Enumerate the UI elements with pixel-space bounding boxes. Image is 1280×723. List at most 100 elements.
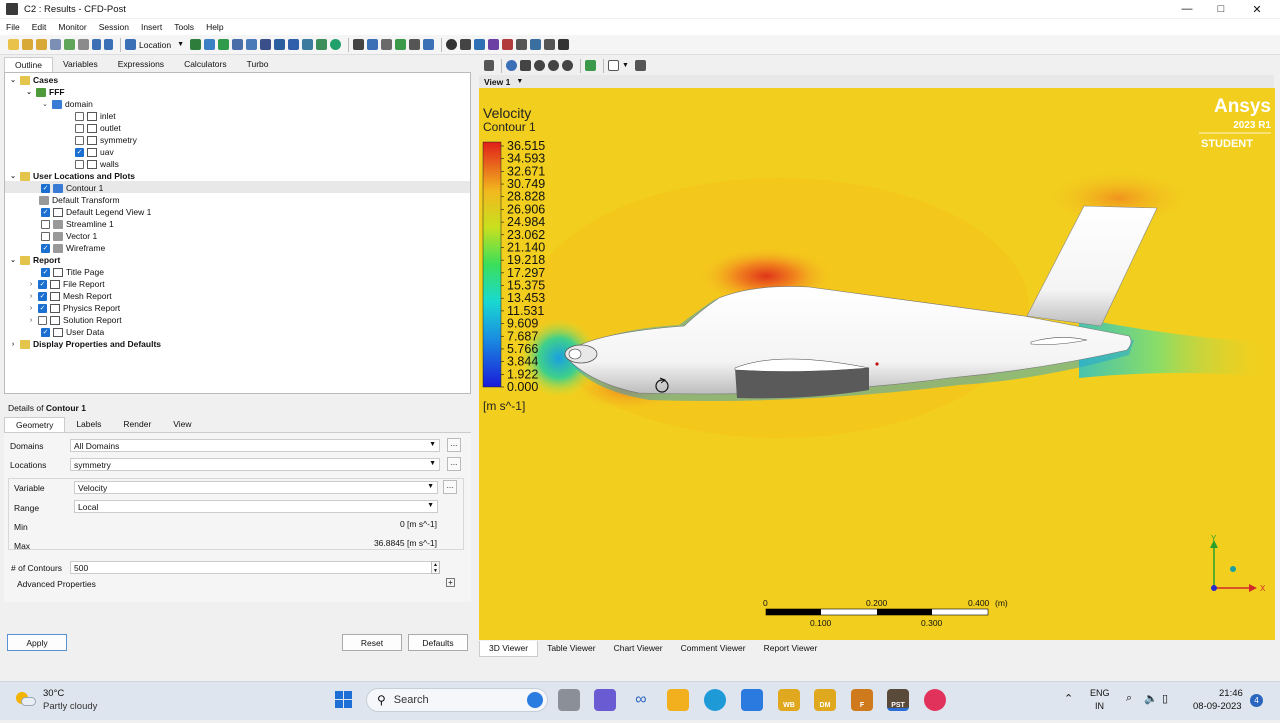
tab-expressions[interactable]: Expressions xyxy=(108,57,174,72)
visibility-checkbox[interactable] xyxy=(75,135,84,145)
file-explorer-icon[interactable] xyxy=(667,689,689,711)
menu-help[interactable]: Help xyxy=(200,22,229,32)
tab-chart-viewer[interactable]: Chart Viewer xyxy=(605,641,672,657)
fit-view-icon[interactable] xyxy=(585,60,596,71)
start-icon[interactable] xyxy=(333,689,355,711)
menu-session[interactable]: Session xyxy=(93,22,135,32)
chevron-up-icon[interactable]: ⌃ xyxy=(1064,692,1073,705)
quick-editor-icon[interactable] xyxy=(474,39,486,50)
workbench-icon[interactable]: WB xyxy=(778,689,800,711)
close-button[interactable]: ✕ xyxy=(1234,0,1280,18)
chevron-down-icon[interactable]: ▼ xyxy=(622,62,629,69)
expand-icon[interactable]: › xyxy=(27,281,35,288)
expand-icon[interactable]: › xyxy=(27,293,35,300)
clip-plane-icon[interactable] xyxy=(316,39,328,50)
range-select[interactable]: Local ▼ xyxy=(74,500,438,513)
visibility-checkbox[interactable]: ✓ xyxy=(41,183,50,193)
zoom-fit-icon[interactable] xyxy=(562,60,573,71)
wifi-icon[interactable]: ⌕ xyxy=(1126,692,1132,705)
visibility-checkbox[interactable] xyxy=(38,315,47,325)
tree-item-inlet[interactable]: inlet xyxy=(75,110,116,122)
tree-item-contour-1[interactable]: ✓ Contour 1 xyxy=(41,182,103,194)
search-box[interactable]: ⚲ Search xyxy=(366,688,548,712)
domains-more-button[interactable]: ... xyxy=(447,438,461,452)
select-icon[interactable] xyxy=(484,60,494,71)
weather-icon[interactable] xyxy=(16,690,36,708)
cfd-post-icon[interactable]: PST xyxy=(887,689,909,711)
legend-icon[interactable] xyxy=(288,39,300,50)
recorder-icon[interactable] xyxy=(924,689,946,711)
collapse-icon[interactable]: ⌄ xyxy=(9,256,17,264)
tree-item-solution-report[interactable]: › Solution Report xyxy=(27,314,122,326)
expand-icon[interactable]: + xyxy=(446,578,455,587)
menu-insert[interactable]: Insert xyxy=(135,22,168,32)
tree-item-user-data[interactable]: ✓ User Data xyxy=(41,326,104,338)
battery-icon[interactable]: ▯ xyxy=(1162,692,1168,705)
reset-button[interactable]: Reset xyxy=(342,634,402,651)
menu-file[interactable]: File xyxy=(0,22,26,32)
3d-viewport[interactable]: Velocity Contour 1 36.515 34.593 32.671 30.… xyxy=(479,88,1275,640)
defaults-button[interactable]: Defaults xyxy=(408,634,468,651)
visibility-checkbox[interactable]: ✓ xyxy=(41,207,50,217)
collapse-icon[interactable]: ⌄ xyxy=(9,76,17,84)
tab-calculators[interactable]: Calculators xyxy=(174,57,237,72)
notification-badge[interactable]: 4 xyxy=(1250,694,1263,707)
zoom-icon[interactable] xyxy=(534,60,545,71)
tab-report-viewer[interactable]: Report Viewer xyxy=(755,641,827,657)
locations-more-button[interactable]: ... xyxy=(447,457,461,471)
viewport-layout-icon[interactable] xyxy=(608,60,619,71)
tree-item-mesh-report[interactable]: › ✓ Mesh Report xyxy=(27,290,112,302)
apply-button[interactable]: Apply xyxy=(7,634,67,651)
mesh-calculator-icon[interactable] xyxy=(530,39,542,50)
particle-track-icon[interactable] xyxy=(232,39,244,50)
tree-node-user-locations[interactable]: ⌄ User Locations and Plots xyxy=(9,170,135,182)
coordinate-frame-icon[interactable] xyxy=(274,39,286,50)
macro-calculator-icon[interactable] xyxy=(516,39,528,50)
variable-icon[interactable] xyxy=(353,39,365,50)
case-comparison-icon[interactable] xyxy=(544,39,556,50)
clock-time[interactable]: 21:46 xyxy=(1219,688,1243,699)
tree-item-symmetry[interactable]: symmetry xyxy=(75,134,137,146)
tab-render[interactable]: Render xyxy=(112,417,162,432)
designmodeler-icon[interactable]: DM xyxy=(814,689,836,711)
tree-item-default-legend[interactable]: ✓ Default Legend View 1 xyxy=(41,206,151,218)
table-icon[interactable] xyxy=(381,39,393,50)
open-icon[interactable] xyxy=(22,39,33,50)
chat-icon[interactable] xyxy=(594,689,616,711)
streamline-icon[interactable] xyxy=(218,39,230,50)
volume-icon[interactable]: 🔈 xyxy=(1144,692,1158,705)
contour-icon[interactable] xyxy=(204,39,216,50)
visibility-checkbox[interactable]: ✓ xyxy=(41,267,50,277)
visibility-checkbox[interactable]: ✓ xyxy=(75,147,84,157)
instance-transform-icon[interactable] xyxy=(302,39,314,50)
tree-item-physics-report[interactable]: › ✓ Physics Report xyxy=(27,302,120,314)
menu-tools[interactable]: Tools xyxy=(168,22,200,32)
visibility-checkbox[interactable] xyxy=(75,111,84,121)
tab-variables[interactable]: Variables xyxy=(53,57,108,72)
save-icon[interactable] xyxy=(50,39,61,50)
volume-rendering-icon[interactable] xyxy=(246,39,258,50)
store-icon[interactable] xyxy=(741,689,763,711)
tab-turbo[interactable]: Turbo xyxy=(237,57,279,72)
tree-item-uav[interactable]: ✓ uav xyxy=(75,146,114,158)
domains-select[interactable]: All Domains ▼ xyxy=(70,439,440,452)
pan-icon[interactable] xyxy=(520,60,531,71)
visibility-checkbox[interactable]: ✓ xyxy=(41,327,50,337)
tree-item-outlet[interactable]: outlet xyxy=(75,122,121,134)
fluent-icon[interactable]: F xyxy=(851,689,873,711)
visibility-checkbox[interactable] xyxy=(75,123,84,133)
load-results-icon[interactable] xyxy=(36,39,47,50)
collapse-icon[interactable]: ⌄ xyxy=(41,100,49,108)
tab-view[interactable]: View xyxy=(162,417,202,432)
location-dropdown[interactable]: Location ▼ xyxy=(125,39,184,50)
comment-icon[interactable] xyxy=(409,39,421,50)
tree-item-title-page[interactable]: ✓ Title Page xyxy=(41,266,104,278)
variable-select[interactable]: Velocity ▼ xyxy=(74,481,438,494)
expand-icon[interactable]: › xyxy=(27,317,35,324)
text-icon[interactable] xyxy=(260,39,272,50)
undo-icon[interactable] xyxy=(92,39,101,50)
visibility-checkbox[interactable] xyxy=(75,159,84,169)
animation-icon[interactable] xyxy=(460,39,472,50)
redo-icon[interactable] xyxy=(104,39,113,50)
tab-3d-viewer[interactable]: 3D Viewer xyxy=(479,641,539,657)
